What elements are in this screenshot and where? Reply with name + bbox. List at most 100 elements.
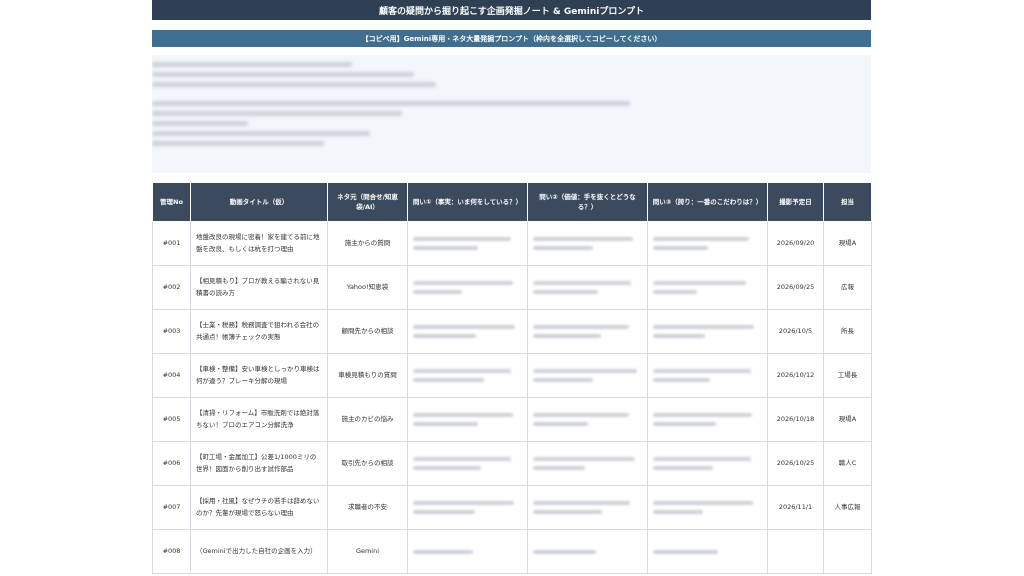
cell-source[interactable]: 車検見積もりの質問 bbox=[327, 353, 408, 398]
cell-q1[interactable] bbox=[407, 485, 528, 530]
cell-owner[interactable]: 職人C bbox=[823, 441, 872, 486]
cell-q1[interactable] bbox=[407, 353, 528, 398]
cell-q1[interactable] bbox=[407, 397, 528, 442]
blurred-text bbox=[413, 549, 473, 554]
cell-q3[interactable] bbox=[647, 397, 768, 442]
cell-q2[interactable] bbox=[527, 397, 648, 442]
cell-date[interactable] bbox=[767, 529, 824, 574]
blurred-text bbox=[533, 501, 630, 505]
cell-owner[interactable] bbox=[823, 529, 872, 574]
blurred-text bbox=[653, 501, 754, 505]
cell-no[interactable]: #006 bbox=[152, 441, 191, 486]
cell-q3[interactable] bbox=[647, 441, 768, 486]
cell-title[interactable]: 【町工場・金属加工】公差1/1000ミリの世界！図面から削り出す試作部品 bbox=[190, 441, 328, 486]
cell-title[interactable]: 地盤改良の現場に密着！家を建てる前に地盤を改良、もしくは杭を打つ理由 bbox=[190, 221, 328, 266]
cell-source[interactable]: 施主からの質問 bbox=[327, 221, 408, 266]
cell-q1[interactable] bbox=[407, 441, 528, 486]
cell-date[interactable]: 2026/10/18 bbox=[767, 397, 824, 442]
cell-title[interactable]: 【相見積もり】プロが教える騙されない見積書の読み方 bbox=[190, 265, 328, 310]
cell-q3[interactable] bbox=[647, 353, 768, 398]
blurred-prompt-line bbox=[152, 141, 324, 146]
blurred-text bbox=[653, 325, 755, 329]
table-row: #006 【町工場・金属加工】公差1/1000ミリの世界！図面から削り出す試作部… bbox=[152, 441, 872, 486]
cell-source[interactable]: Yahoo!知恵袋 bbox=[327, 265, 408, 310]
cell-q2[interactable] bbox=[527, 441, 648, 486]
blurred-text bbox=[653, 413, 753, 417]
cell-q1[interactable] bbox=[407, 265, 528, 310]
blurred-text bbox=[653, 378, 710, 382]
cell-date[interactable]: 2026/11/1 bbox=[767, 485, 824, 530]
cell-q2[interactable] bbox=[527, 353, 648, 398]
column-header-no: 管理No bbox=[152, 182, 191, 222]
blurred-text bbox=[533, 413, 629, 417]
cell-date[interactable]: 2026/10/5 bbox=[767, 309, 824, 354]
blurred-text bbox=[413, 413, 514, 417]
cell-q1[interactable] bbox=[407, 529, 528, 574]
cell-no[interactable]: #002 bbox=[152, 265, 191, 310]
cell-q3[interactable] bbox=[647, 529, 768, 574]
cell-no[interactable]: #001 bbox=[152, 221, 191, 266]
blurred-text bbox=[413, 325, 516, 329]
column-header-q3: 問い③（誇り：一番のこだわりは？） bbox=[647, 182, 768, 222]
cell-owner[interactable]: 工場長 bbox=[823, 353, 872, 398]
cell-q2[interactable] bbox=[527, 221, 648, 266]
cell-date[interactable]: 2026/10/25 bbox=[767, 441, 824, 486]
cell-no[interactable]: #003 bbox=[152, 309, 191, 354]
cell-q2[interactable] bbox=[527, 265, 648, 310]
cell-title[interactable]: 【清掃・リフォーム】市販洗剤では絶対落ちない！プロのエアコン分解洗浄 bbox=[190, 397, 328, 442]
column-header-source: ネタ元（問合せ/知恵袋/AI） bbox=[327, 182, 408, 222]
table-row: #007 【採用・社風】なぜウチの若手は辞めないのか？先輩が現場で怒らない理由 … bbox=[152, 485, 872, 530]
cell-q3[interactable] bbox=[647, 265, 768, 310]
blurred-text bbox=[413, 378, 484, 382]
cell-source[interactable]: 施主のカビの悩み bbox=[327, 397, 408, 442]
blurred-prompt-line bbox=[152, 121, 248, 126]
cell-date[interactable]: 2026/09/25 bbox=[767, 265, 824, 310]
blurred-text bbox=[413, 369, 512, 373]
blurred-text bbox=[533, 466, 586, 470]
blurred-text bbox=[413, 510, 476, 514]
cell-no[interactable]: #004 bbox=[152, 353, 191, 398]
cell-owner[interactable]: 所長 bbox=[823, 309, 872, 354]
table-row: #003 【士業・税務】税務調査で狙われる会社の共通点！帳簿チェックの実態 顧問… bbox=[152, 309, 872, 354]
blurred-prompt-line bbox=[152, 101, 630, 106]
cell-q2[interactable] bbox=[527, 309, 648, 354]
cell-q3[interactable] bbox=[647, 221, 768, 266]
idea-table: 管理No 動画タイトル（仮） ネタ元（問合せ/知恵袋/AI） 問い①（事実：いま… bbox=[152, 182, 872, 574]
cell-no[interactable]: #005 bbox=[152, 397, 191, 442]
table-row: #008 （Geminiで出力した自社の企画を入力） Gemini bbox=[152, 529, 872, 574]
cell-title[interactable]: 【車検・整備】安い車検としっかり車検は何が違う？ブレーキ分解の現場 bbox=[190, 353, 328, 398]
cell-q2[interactable] bbox=[527, 485, 648, 530]
cell-no[interactable]: #008 bbox=[152, 529, 191, 574]
blurred-text bbox=[653, 290, 697, 294]
cell-owner[interactable]: 人事広報 bbox=[823, 485, 872, 530]
cell-owner[interactable]: 現場A bbox=[823, 397, 872, 442]
cell-source[interactable]: 顧問先からの相談 bbox=[327, 309, 408, 354]
blurred-text bbox=[533, 290, 599, 294]
cell-q3[interactable] bbox=[647, 485, 768, 530]
cell-owner[interactable]: 広報 bbox=[823, 265, 872, 310]
cell-source[interactable]: 求職者の不安 bbox=[327, 485, 408, 530]
blurred-text bbox=[653, 369, 752, 373]
cell-q1[interactable] bbox=[407, 221, 528, 266]
blurred-text bbox=[653, 510, 704, 514]
cell-q3[interactable] bbox=[647, 309, 768, 354]
cell-date[interactable]: 2026/09/20 bbox=[767, 221, 824, 266]
blurred-text bbox=[533, 369, 637, 373]
page-title: 顧客の疑問から掘り起こす企画発掘ノート & Geminiプロンプト bbox=[152, 0, 871, 20]
cell-owner[interactable]: 現場A bbox=[823, 221, 872, 266]
blurred-text bbox=[413, 334, 477, 338]
cell-title[interactable]: 【士業・税務】税務調査で狙われる会社の共通点！帳簿チェックの実態 bbox=[190, 309, 328, 354]
cell-no[interactable]: #007 bbox=[152, 485, 191, 530]
table-row: #005 【清掃・リフォーム】市販洗剤では絶対落ちない！プロのエアコン分解洗浄 … bbox=[152, 397, 872, 442]
blurred-text bbox=[413, 466, 481, 470]
blurred-text bbox=[533, 510, 602, 514]
cell-title[interactable]: 【採用・社風】なぜウチの若手は辞めないのか？先輩が現場で怒らない理由 bbox=[190, 485, 328, 530]
cell-q2[interactable] bbox=[527, 529, 648, 574]
prompt-text-box[interactable] bbox=[152, 55, 871, 173]
cell-source[interactable]: 取引先からの相談 bbox=[327, 441, 408, 486]
cell-title[interactable]: （Geminiで出力した自社の企画を入力） bbox=[190, 529, 328, 574]
blurred-text bbox=[653, 237, 749, 241]
cell-q1[interactable] bbox=[407, 309, 528, 354]
cell-date[interactable]: 2026/10/12 bbox=[767, 353, 824, 398]
cell-source[interactable]: Gemini bbox=[327, 529, 408, 574]
